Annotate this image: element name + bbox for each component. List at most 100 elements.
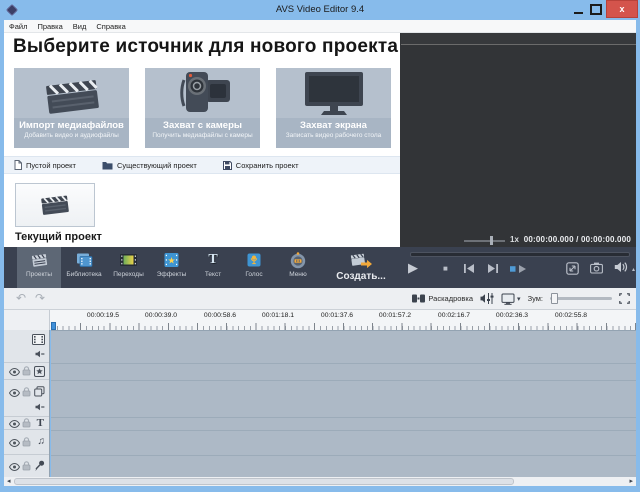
redo-button[interactable]: ↷ xyxy=(35,291,45,305)
speed-slider-handle[interactable] xyxy=(490,236,493,245)
timeline-tracks: T ♫ xyxy=(4,330,636,478)
source-cards: Импорт медиафайлов Добавить видео и ауди… xyxy=(14,68,391,148)
speed-value: 1x xyxy=(510,235,519,244)
timeline-toolbar: ↶ ↷ Раскадровка ▾ Зум: xyxy=(4,288,636,310)
video-track-header xyxy=(4,330,49,363)
scrollbar-thumb[interactable] xyxy=(14,478,514,485)
overlay-track-lane[interactable] xyxy=(51,381,636,418)
music-track-icon: ♫ xyxy=(37,436,46,447)
volume-caret-icon[interactable]: ▴ xyxy=(632,266,635,273)
project-actions-row: Пустой проект Существующий проект Сохран… xyxy=(4,156,400,174)
card-title: Импорт медиафайлов xyxy=(19,120,124,131)
menu-help[interactable]: Справка xyxy=(96,22,125,31)
ruler-tick-label: 00:02:16.7 xyxy=(437,312,471,319)
volume-icon[interactable] xyxy=(614,261,628,273)
tab-library[interactable]: Библиотека xyxy=(61,247,107,288)
capture-camera-card[interactable]: Захват с камеры Получить медиафайлы с ка… xyxy=(145,68,260,148)
current-project-thumbnail[interactable] xyxy=(15,183,95,227)
visibility-eye-icon[interactable] xyxy=(9,439,20,447)
import-media-card[interactable]: Импорт медиафайлов Добавить видео и ауди… xyxy=(14,68,129,148)
voice-track-header xyxy=(4,455,49,477)
play-button[interactable]: ▶ xyxy=(408,261,418,275)
visibility-eye-icon[interactable] xyxy=(9,420,20,428)
timeline-horizontal-scrollbar[interactable]: ◂ ▸ xyxy=(4,477,636,486)
voice-track-lane[interactable] xyxy=(51,456,636,478)
audio-mixer-icon[interactable] xyxy=(480,293,494,304)
tab-create[interactable]: Создать... xyxy=(321,247,401,288)
transition-strip-icon xyxy=(119,251,138,269)
tab-voice[interactable]: Голос xyxy=(233,247,275,288)
menu-edit[interactable]: Правка xyxy=(37,22,62,31)
tab-menu[interactable]: Меню xyxy=(275,247,321,288)
window-title: AVS Video Editor 9.4 xyxy=(275,4,365,15)
tab-text[interactable]: T Текст xyxy=(193,247,233,288)
card-title: Захват с камеры xyxy=(163,120,242,131)
timeline-ruler[interactable]: 00:00:19.5 00:00:39.0 00:00:58.6 00:01:1… xyxy=(4,310,636,330)
folder-icon xyxy=(102,161,113,170)
next-frame-button[interactable] xyxy=(487,264,498,273)
tab-projects[interactable]: Проекты xyxy=(17,247,61,288)
dual-screen-dropdown[interactable]: ▾ xyxy=(501,293,521,305)
fullscreen-icon[interactable] xyxy=(566,262,579,275)
open-project-button[interactable]: Существующий проект xyxy=(102,161,197,170)
audio-track-header: ♫ xyxy=(4,430,49,455)
visibility-eye-icon[interactable] xyxy=(9,389,20,397)
maximize-button[interactable] xyxy=(590,4,602,15)
overlay-track-header xyxy=(4,380,49,417)
playhead-marker[interactable] xyxy=(51,322,56,330)
card-subtitle: Записать видео рабочего стола xyxy=(285,132,382,139)
tab-transitions[interactable]: Переходы xyxy=(107,247,150,288)
storyboard-toggle-button[interactable]: Раскадровка xyxy=(412,294,473,303)
undo-button[interactable]: ↶ xyxy=(16,291,26,305)
card-subtitle: Получить медиафайлы с камеры xyxy=(152,132,253,139)
ruler-tick-label: 00:01:18.1 xyxy=(261,312,295,319)
capture-screen-card[interactable]: Захват экрана Записать видео рабочего ст… xyxy=(276,68,391,148)
minimize-button[interactable] xyxy=(572,3,586,17)
mute-audio-icon[interactable] xyxy=(35,350,45,358)
effects-track-header xyxy=(4,363,49,380)
video-track-icon xyxy=(32,334,45,345)
seek-bar[interactable] xyxy=(410,252,630,257)
fit-timeline-icon[interactable] xyxy=(619,293,630,304)
effects-track-lane[interactable] xyxy=(51,364,636,381)
lock-icon[interactable] xyxy=(22,366,31,376)
scroll-right-icon[interactable]: ▸ xyxy=(629,477,633,486)
svg-text:★: ★ xyxy=(167,255,175,265)
monitor-icon xyxy=(302,70,366,116)
new-project-button[interactable]: Пустой проект xyxy=(14,160,76,170)
clapperboard-icon xyxy=(39,192,71,219)
current-project-label: Текущий проект xyxy=(15,231,102,243)
visibility-eye-icon[interactable] xyxy=(9,463,20,471)
video-track-lane[interactable] xyxy=(51,331,636,364)
lock-icon[interactable] xyxy=(22,387,31,397)
scroll-left-icon[interactable]: ◂ xyxy=(7,477,11,486)
mute-audio-icon[interactable] xyxy=(35,403,45,411)
previous-frame-button[interactable] xyxy=(464,264,475,273)
zoom-slider-handle[interactable] xyxy=(551,293,558,304)
playback-speed-slider[interactable] xyxy=(464,236,505,245)
blank-document-icon xyxy=(14,160,22,170)
microphone-icon xyxy=(246,251,262,269)
lock-icon[interactable] xyxy=(22,437,31,447)
voice-track-icon xyxy=(34,460,45,471)
text-track-lane[interactable] xyxy=(51,418,636,431)
text-tool-icon: T xyxy=(208,252,218,267)
ruler-tick-label: 00:01:37.6 xyxy=(320,312,354,319)
close-button[interactable]: x xyxy=(606,0,638,18)
effects-star-icon: ★ xyxy=(163,251,180,269)
menu-file[interactable]: Файл xyxy=(9,22,27,31)
lock-icon[interactable] xyxy=(22,418,31,428)
snapshot-camera-icon[interactable] xyxy=(590,262,603,274)
audio-track-lane[interactable] xyxy=(51,431,636,456)
clapperboard-icon xyxy=(41,71,103,115)
ruler-tick-label: 00:00:58.6 xyxy=(203,312,237,319)
menu-view[interactable]: Вид xyxy=(73,22,87,31)
visibility-eye-icon[interactable] xyxy=(9,368,20,376)
card-subtitle: Добавить видео и аудиофайлы xyxy=(24,132,119,139)
step-playback-button[interactable] xyxy=(509,265,527,273)
stop-button[interactable]: ■ xyxy=(443,264,448,273)
tab-effects[interactable]: ★ Эффекты xyxy=(150,247,193,288)
save-project-button[interactable]: Сохранить проект xyxy=(222,160,299,170)
lock-icon[interactable] xyxy=(22,461,31,471)
timeline-zoom-slider[interactable] xyxy=(550,293,612,304)
